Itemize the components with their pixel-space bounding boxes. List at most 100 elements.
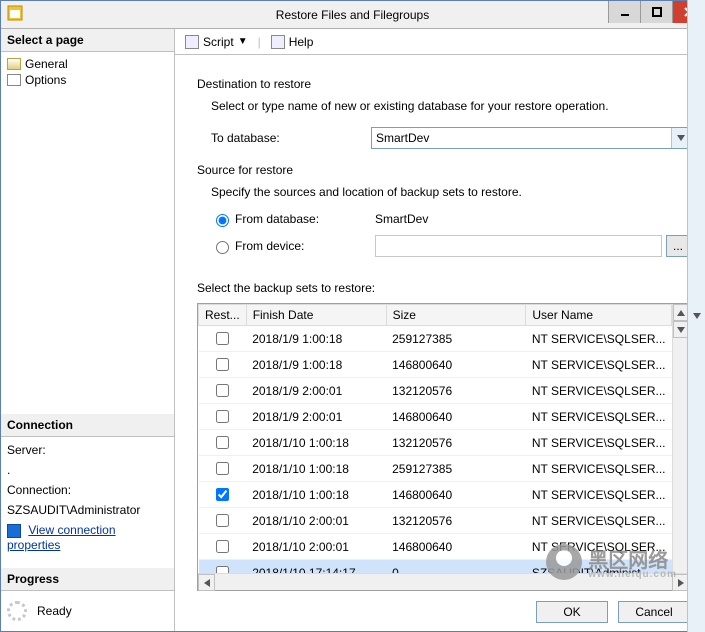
cell-finish-date: 2018/1/10 1:00:18 [246, 456, 386, 482]
cell-size: 146800640 [386, 352, 526, 378]
watermark: 黑区网络 www.heiqu.com [546, 544, 677, 580]
cell-finish-date: 2018/1/10 1:00:18 [246, 482, 386, 508]
chevron-down-icon[interactable] [687, 55, 704, 631]
table-row[interactable]: 2018/1/9 2:00:01146800640NT SERVICE\SQLS… [199, 404, 672, 430]
minimize-button[interactable] [608, 1, 640, 23]
help-label: Help [289, 35, 314, 49]
grid-header-row: Rest... Finish Date Size User Name [199, 305, 672, 326]
row-restore-checkbox[interactable] [216, 384, 229, 397]
row-restore-checkbox[interactable] [216, 566, 229, 573]
connection-header: Connection [1, 414, 174, 437]
app-icon [7, 5, 27, 25]
ellipsis-icon: ... [673, 239, 683, 253]
cell-size: 146800640 [386, 534, 526, 560]
col-restore[interactable]: Rest... [199, 305, 247, 326]
cell-size: 259127385 [386, 456, 526, 482]
row-restore-checkbox[interactable] [216, 540, 229, 553]
col-size[interactable]: Size [386, 305, 526, 326]
right-pane: Script ▼ | Help Destination to restore S… [175, 29, 704, 631]
cell-size: 146800640 [386, 404, 526, 430]
cell-user-name: NT SERVICE\SQLSER... [526, 352, 672, 378]
cell-user-name: NT SERVICE\SQLSER... [526, 378, 672, 404]
page-general-label: General [25, 57, 68, 71]
from-database-value: SmartDev [375, 212, 428, 226]
from-device-path [375, 235, 662, 257]
help-button[interactable]: Help [267, 33, 318, 51]
table-row[interactable]: 2018/1/10 1:00:18146800640NT SERVICE\SQL… [199, 482, 672, 508]
col-username[interactable]: User Name [526, 305, 672, 326]
row-restore-checkbox[interactable] [216, 332, 229, 345]
cell-finish-date: 2018/1/10 2:00:01 [246, 534, 386, 560]
table-row[interactable]: 2018/1/9 1:00:18146800640NT SERVICE\SQLS… [199, 352, 672, 378]
row-restore-checkbox[interactable] [216, 514, 229, 527]
cell-size: 259127385 [386, 326, 526, 352]
to-database-value: SmartDev [376, 131, 429, 145]
row-restore-checkbox[interactable] [216, 488, 229, 501]
table-row[interactable]: 2018/1/10 1:00:18259127385NT SERVICE\SQL… [199, 456, 672, 482]
from-device-radio[interactable] [216, 241, 229, 254]
destination-header: Destination to restore [197, 77, 690, 91]
from-database-label: From database: [235, 212, 375, 226]
page-item-general[interactable]: General [5, 56, 170, 72]
progress-header: Progress [1, 568, 174, 591]
select-page-header: Select a page [1, 29, 174, 52]
cell-user-name: NT SERVICE\SQLSER... [526, 482, 672, 508]
table-row[interactable]: 2018/1/9 1:00:18259127385NT SERVICE\SQLS… [199, 326, 672, 352]
toolbar: Script ▼ | Help [175, 29, 704, 55]
ok-button[interactable]: OK [536, 601, 608, 623]
maximize-button[interactable] [640, 1, 672, 23]
cell-user-name: NT SERVICE\SQLSER... [526, 404, 672, 430]
table-row[interactable]: 2018/1/9 2:00:01132120576NT SERVICE\SQLS… [199, 378, 672, 404]
progress-text: Ready [37, 604, 72, 618]
cell-size: 132120576 [386, 508, 526, 534]
page-general-icon [7, 58, 21, 70]
row-restore-checkbox[interactable] [216, 410, 229, 423]
cell-user-name: NT SERVICE\SQLSER... [526, 456, 672, 482]
scroll-left-icon[interactable] [198, 574, 215, 591]
from-database-combo[interactable]: SmartDev [375, 212, 428, 226]
cancel-button[interactable]: Cancel [618, 601, 690, 623]
script-label: Script [203, 35, 234, 49]
backup-sets-label: Select the backup sets to restore: [197, 281, 690, 295]
server-value: . [7, 463, 168, 477]
cell-finish-date: 2018/1/10 17:14:17 [246, 560, 386, 574]
connection-value: SZSAUDIT\Administrator [7, 503, 168, 517]
page-item-options[interactable]: Options [5, 72, 170, 88]
page-options-icon [7, 74, 21, 86]
connection-properties-icon [7, 524, 21, 538]
cell-finish-date: 2018/1/10 1:00:18 [246, 430, 386, 456]
cell-user-name: NT SERVICE\SQLSER... [526, 430, 672, 456]
page-options-label: Options [25, 73, 66, 87]
progress-spinner-icon [7, 601, 27, 621]
chevron-down-icon: ▼ [238, 36, 248, 47]
source-hint: Specify the sources and location of back… [211, 185, 690, 199]
cell-finish-date: 2018/1/9 2:00:01 [246, 378, 386, 404]
row-restore-checkbox[interactable] [216, 358, 229, 371]
col-finishdate[interactable]: Finish Date [246, 305, 386, 326]
cell-finish-date: 2018/1/9 1:00:18 [246, 326, 386, 352]
server-label: Server: [7, 443, 168, 457]
view-connection-properties[interactable]: View connection properties [7, 523, 168, 552]
to-database-label: To database: [211, 131, 371, 145]
cell-size: 132120576 [386, 430, 526, 456]
script-button[interactable]: Script ▼ [181, 33, 252, 51]
cell-size: 146800640 [386, 482, 526, 508]
watermark-icon [546, 544, 582, 580]
connection-label: Connection: [7, 483, 168, 497]
script-icon [185, 35, 199, 49]
to-database-combo[interactable]: SmartDev [371, 127, 690, 149]
cell-user-name: NT SERVICE\SQLSER... [526, 508, 672, 534]
cell-size: 132120576 [386, 378, 526, 404]
from-database-radio[interactable] [216, 214, 229, 227]
cell-finish-date: 2018/1/9 1:00:18 [246, 352, 386, 378]
left-pane: Select a page General Options Connection… [1, 29, 175, 631]
cell-user-name: NT SERVICE\SQLSER... [526, 326, 672, 352]
cell-finish-date: 2018/1/10 2:00:01 [246, 508, 386, 534]
table-row[interactable]: 2018/1/10 1:00:18132120576NT SERVICE\SQL… [199, 430, 672, 456]
table-row[interactable]: 2018/1/10 2:00:01132120576NT SERVICE\SQL… [199, 508, 672, 534]
row-restore-checkbox[interactable] [216, 436, 229, 449]
cell-size: 0 [386, 560, 526, 574]
destination-hint: Select or type name of new or existing d… [211, 99, 690, 113]
cell-finish-date: 2018/1/9 2:00:01 [246, 404, 386, 430]
row-restore-checkbox[interactable] [216, 462, 229, 475]
